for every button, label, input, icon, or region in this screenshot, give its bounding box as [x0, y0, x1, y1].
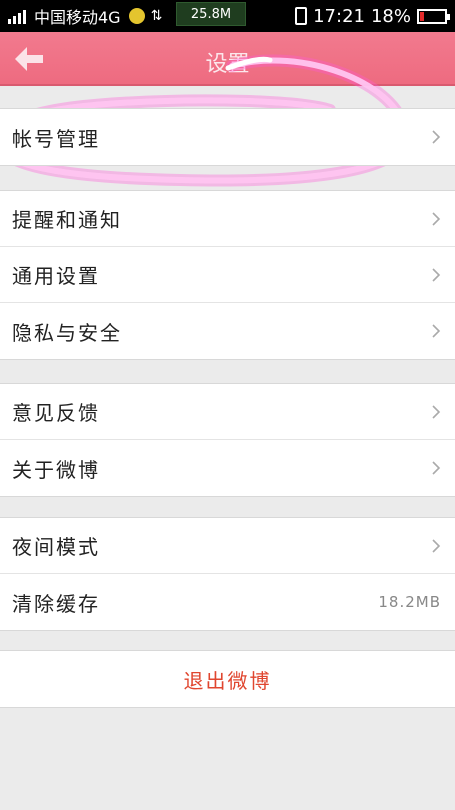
row-general-settings[interactable]: 通用设置 [0, 247, 455, 303]
chevron-right-icon [432, 461, 441, 475]
row-label: 清除缓存 [12, 591, 100, 616]
row-label: 意见反馈 [12, 401, 100, 425]
row-label: 帐号管理 [12, 126, 100, 151]
settings-group-display: 夜间模式 清除缓存 18.2MB [0, 517, 455, 631]
logout-label: 退出微博 [183, 668, 272, 693]
logout-button[interactable]: 退出微博 [0, 651, 455, 707]
row-label: 隐私与安全 [12, 320, 122, 345]
row-about-weibo[interactable]: 关于微博 [0, 440, 455, 496]
row-label: 通用设置 [12, 264, 100, 288]
battery-icon [417, 8, 450, 24]
header-bar: 设置 [0, 32, 455, 86]
vibrate-icon [295, 7, 308, 25]
chevron-right-icon [432, 404, 441, 419]
app-notification-icon [128, 8, 145, 24]
settings-group-account: 帐号管理 [0, 108, 455, 166]
clock: 17:21 [313, 5, 365, 27]
row-label: 关于微博 [12, 457, 100, 482]
battery-percent: 18% [370, 5, 411, 27]
row-label: 提醒和通知 [12, 208, 122, 232]
row-reminders-notifications[interactable]: 提醒和通知 [0, 191, 455, 247]
page-title: 设置 [205, 52, 250, 77]
chevron-right-icon [432, 130, 441, 144]
carrier-label: 中国移动4G [34, 8, 121, 27]
row-night-mode[interactable]: 夜间模式 [0, 518, 455, 574]
chevron-right-icon [432, 211, 441, 226]
row-privacy-security[interactable]: 隐私与安全 [0, 303, 455, 359]
status-bar: 中国移动4G ⇅ 25.8M 17:21 18% [0, 0, 455, 32]
row-account-management[interactable]: 帐号管理 [0, 109, 455, 165]
chevron-right-icon [432, 267, 441, 282]
settings-group-general: 提醒和通知 通用设置 隐私与安全 [0, 190, 455, 360]
chevron-right-icon [432, 324, 441, 338]
cache-size: 18.2MB [378, 593, 441, 611]
row-clear-cache[interactable]: 清除缓存 18.2MB [0, 574, 455, 630]
chevron-right-icon [432, 538, 441, 553]
net-speed: 25.8M [176, 2, 246, 26]
settings-group-about: 意见反馈 关于微博 [0, 383, 455, 497]
logout-group: 退出微博 [0, 650, 455, 708]
row-feedback[interactable]: 意见反馈 [0, 384, 455, 440]
signal-icon [8, 8, 26, 24]
sync-icon: ⇅ [150, 8, 163, 24]
row-label: 夜间模式 [12, 535, 100, 559]
